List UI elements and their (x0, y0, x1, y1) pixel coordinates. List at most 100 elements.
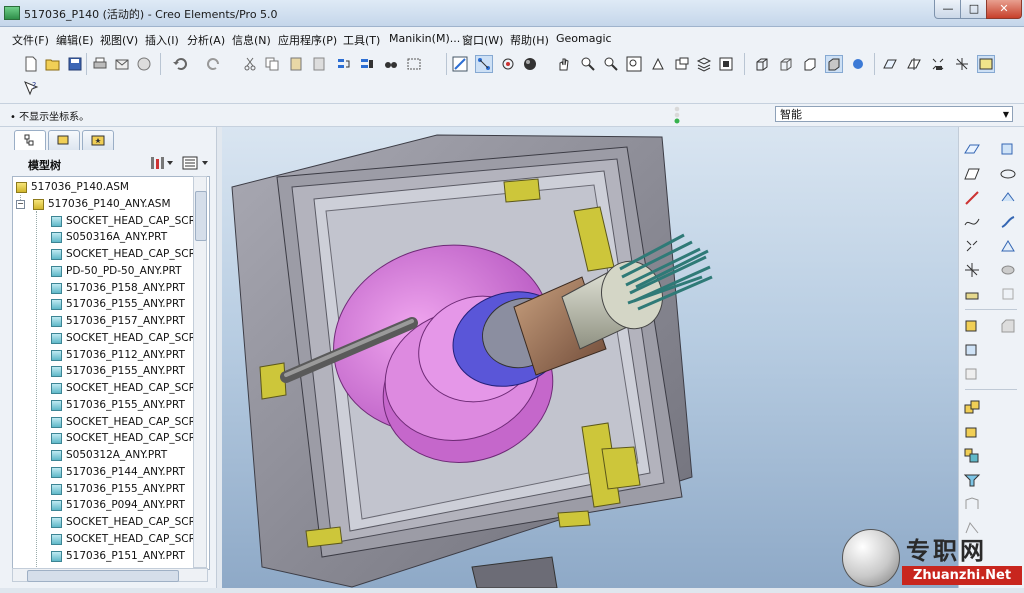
graphics-window[interactable] (222, 127, 958, 588)
shell-icon[interactable] (999, 285, 1017, 303)
zoom-out-icon[interactable] (603, 56, 619, 72)
menu-manikin[interactable]: Manikin(M)... (389, 32, 460, 45)
tree-hscroll-thumb[interactable] (27, 570, 179, 582)
datum-planes-icon[interactable] (882, 56, 898, 72)
tab-layer-tree[interactable] (48, 130, 80, 150)
hole-icon[interactable] (999, 261, 1017, 279)
paste-special-icon[interactable] (311, 56, 327, 72)
datum-plane-icon[interactable] (963, 165, 981, 183)
tab-favorites[interactable] (82, 130, 114, 150)
menu-analysis[interactable]: 分析(A) (187, 32, 225, 48)
new-file-icon[interactable] (23, 56, 39, 72)
main-toolbar: ? (0, 49, 1024, 104)
part-icon (51, 399, 62, 411)
tree-scroll-thumb[interactable] (195, 191, 207, 241)
analysis-feature-icon[interactable] (963, 285, 981, 303)
menu-tools[interactable]: 工具(T) (343, 32, 380, 48)
maximize-button[interactable]: □ (960, 0, 988, 19)
menu-window[interactable]: 窗口(W) (462, 32, 503, 48)
annotations-icon[interactable] (977, 55, 995, 73)
part-icon (51, 366, 62, 378)
orient-mode-icon[interactable] (500, 56, 516, 72)
datum-curve-icon[interactable] (963, 213, 981, 231)
datum-point-icon[interactable] (963, 237, 981, 255)
blend-icon[interactable] (999, 237, 1017, 255)
menu-help[interactable]: 帮助(H) (510, 32, 549, 48)
enhanced-realism-icon[interactable] (850, 56, 866, 72)
selection-filter-select[interactable]: 智能 ▼ (775, 106, 1013, 122)
assembly-model (231, 134, 713, 588)
tree-item-label: 517036_P140_ANY.ASM (48, 197, 171, 210)
copy-icon[interactable] (264, 56, 280, 72)
minimize-button[interactable]: — (934, 0, 962, 19)
view-manager-icon[interactable] (718, 56, 734, 72)
menu-applications[interactable]: 应用程序(P) (278, 32, 337, 48)
round-icon[interactable] (963, 317, 981, 335)
save-icon[interactable] (67, 56, 83, 72)
hidden-line-icon[interactable] (778, 56, 794, 72)
navigator-panel: 模型树 517036_P140.ASM − 517036_P140_ANY.ASM S… (0, 127, 216, 588)
undo-icon[interactable] (172, 56, 188, 72)
layers-icon[interactable] (696, 56, 712, 72)
collapse-icon[interactable]: − (16, 199, 25, 209)
shading-sphere-icon[interactable] (522, 56, 538, 72)
context-help-icon[interactable]: ? (23, 80, 39, 96)
paste-icon[interactable] (288, 56, 304, 72)
tab-model-tree[interactable] (14, 130, 46, 150)
repaint-icon[interactable] (452, 56, 468, 72)
print-icon[interactable] (92, 56, 108, 72)
find-icon[interactable] (383, 56, 399, 72)
reorient-icon[interactable] (650, 56, 666, 72)
assembly-icon (33, 198, 44, 210)
assemble-icon[interactable] (999, 141, 1017, 159)
shading-icon[interactable] (825, 55, 843, 73)
datum-axes-icon[interactable] (906, 56, 922, 72)
part-icon (51, 533, 62, 545)
spin-center-icon[interactable] (475, 55, 493, 73)
open-folder-icon[interactable] (45, 56, 61, 72)
tree-settings-button[interactable] (148, 155, 174, 171)
trim-icon[interactable] (963, 471, 981, 489)
wireframe-icon[interactable] (754, 56, 770, 72)
part-icon (51, 232, 62, 244)
tree-vertical-scrollbar[interactable] (193, 176, 207, 568)
draft-icon[interactable] (963, 341, 981, 359)
send-mail-icon[interactable] (114, 56, 130, 72)
coord-system-icon[interactable] (963, 261, 981, 279)
menu-info[interactable]: 信息(N) (232, 32, 271, 48)
extrude-icon[interactable] (999, 189, 1017, 207)
chamfer-icon[interactable] (999, 317, 1017, 335)
merge-icon[interactable] (963, 447, 981, 465)
menu-view[interactable]: 视图(V) (100, 32, 138, 48)
refit-icon[interactable] (626, 56, 642, 72)
offset-icon[interactable] (963, 495, 981, 513)
sweep-icon[interactable] (999, 213, 1017, 231)
no-hidden-icon[interactable] (802, 56, 818, 72)
pattern-icon[interactable] (963, 399, 981, 417)
redo-icon[interactable] (206, 56, 222, 72)
menu-insert[interactable]: 插入(I) (145, 32, 179, 48)
svg-text:?: ? (32, 81, 36, 90)
regen-manager-icon[interactable] (359, 56, 375, 72)
sketch-plane-icon[interactable] (963, 141, 981, 159)
title-bar: 517036_P140 (活动的) - Creo Elements/Pro 5.… (0, 0, 1024, 27)
pan-hand-icon[interactable] (556, 56, 572, 72)
regenerate-icon[interactable] (335, 56, 351, 72)
send-link-icon[interactable] (136, 56, 152, 72)
datum-points-icon[interactable] (930, 56, 946, 72)
coordinate-systems-icon[interactable] (954, 56, 970, 72)
menu-geomagic[interactable]: Geomagic (556, 32, 612, 45)
select-box-icon[interactable] (406, 56, 422, 72)
mirror-icon[interactable] (963, 423, 981, 441)
menu-edit[interactable]: 编辑(E) (56, 32, 94, 48)
tree-show-button[interactable] (180, 155, 210, 171)
rib-icon[interactable] (963, 365, 981, 383)
menu-file[interactable]: 文件(F) (12, 32, 49, 48)
zoom-in-icon[interactable] (580, 56, 596, 72)
datum-axis-icon[interactable] (963, 189, 981, 207)
cut-icon[interactable] (242, 56, 258, 72)
saved-views-icon[interactable] (674, 56, 690, 72)
close-button[interactable]: ✕ (986, 0, 1022, 19)
revolve-icon[interactable] (999, 165, 1017, 183)
tree-horizontal-scrollbar[interactable] (12, 568, 208, 582)
